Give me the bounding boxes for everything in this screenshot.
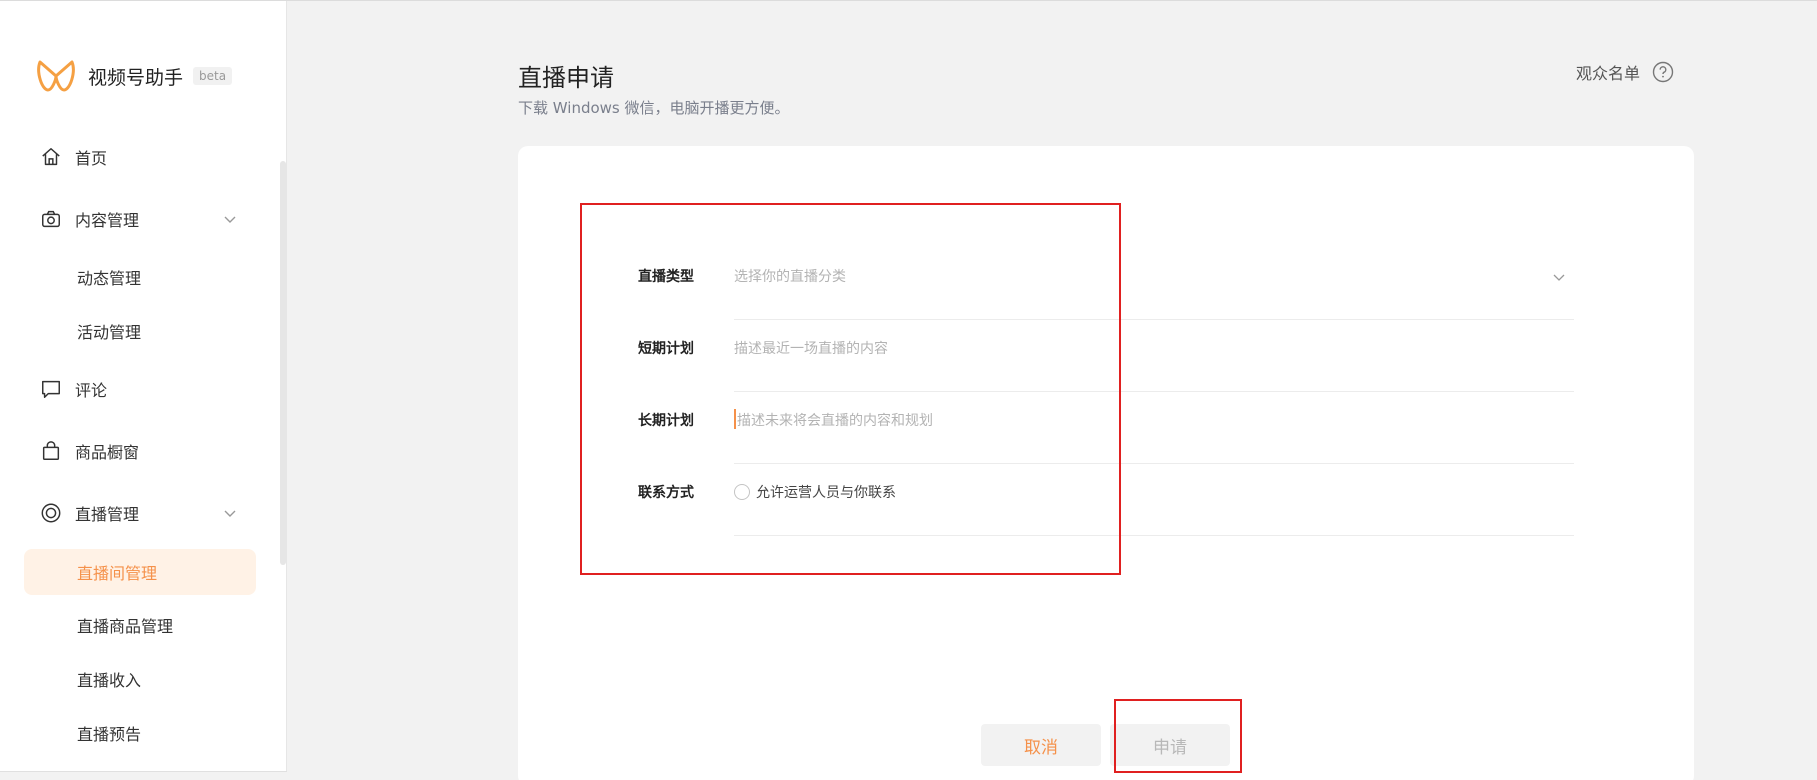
sidebar-item-label: 内容管理	[75, 211, 140, 230]
live-type-placeholder: 选择你的直播分类	[734, 269, 846, 285]
sidebar-item-label: 活动管理	[77, 323, 142, 342]
chevron-down-icon	[224, 216, 236, 223]
sidebar-item-label: 直播管理	[75, 505, 140, 524]
sidebar-item-posts[interactable]: 动态管理	[24, 255, 256, 299]
form-row-long: 长期计划 描述未来将会直播的内容和规划	[638, 392, 1574, 464]
sidebar-item-label: 首页	[75, 149, 108, 168]
sidebar-item-label: 评论	[75, 381, 108, 400]
chevron-down-icon	[224, 510, 236, 517]
long-plan-input[interactable]: 描述未来将会直播的内容和规划	[734, 392, 1574, 464]
long-plan-placeholder: 描述未来将会直播的内容和规划	[737, 413, 933, 429]
beta-badge: beta	[193, 67, 233, 85]
camera-icon	[39, 207, 63, 231]
live-type-label: 直播类型	[638, 269, 694, 285]
sidebar-item-label: 直播间管理	[77, 564, 158, 583]
live-icon	[39, 501, 63, 525]
chevron-down-icon	[1553, 274, 1565, 281]
sidebar-item-label: 直播收入	[77, 671, 142, 690]
page-subtitle: 下载 Windows 微信，电脑开播更方便。	[518, 99, 790, 117]
long-plan-label: 长期计划	[638, 413, 694, 429]
form-row-type: 直播类型 选择你的直播分类	[638, 248, 1574, 320]
audience-list-link[interactable]: 观众名单	[1576, 60, 1674, 84]
sidebar-item-label: 直播预告	[77, 725, 142, 744]
sidebar-item-live-room[interactable]: 直播间管理	[24, 549, 256, 595]
sidebar-item-activities[interactable]: 活动管理	[24, 309, 256, 353]
contact-permission-option[interactable]: 允许运营人员与你联系	[734, 482, 896, 502]
sidebar-bottom-divider	[0, 771, 287, 772]
sidebar-item-live-income[interactable]: 直播收入	[24, 657, 256, 701]
bag-icon	[39, 439, 63, 463]
short-plan-input[interactable]: 描述最近一场直播的内容	[734, 320, 1574, 392]
sidebar: 视频号助手 beta 首页 内容管理 动态管理 活动管理 评论 商品橱窗 直播管…	[0, 1, 287, 772]
short-plan-label: 短期计划	[638, 341, 694, 357]
sidebar-item-shop[interactable]: 商品橱窗	[24, 429, 256, 473]
sidebar-item-label: 动态管理	[77, 269, 142, 288]
sidebar-item-live-preview[interactable]: 直播预告	[24, 711, 256, 755]
brand-name: 视频号助手	[88, 66, 184, 89]
form-row-contact: 联系方式 允许运营人员与你联系	[638, 464, 1574, 536]
sidebar-item-comments[interactable]: 评论	[24, 367, 256, 411]
apply-button[interactable]: 申请	[1110, 724, 1230, 766]
home-icon	[39, 145, 63, 169]
sidebar-item-home[interactable]: 首页	[24, 135, 256, 179]
sidebar-item-content[interactable]: 内容管理	[24, 197, 256, 241]
logo-icon	[37, 60, 75, 92]
app-window: 视频号助手 beta 首页 内容管理 动态管理 活动管理 评论 商品橱窗 直播管…	[0, 0, 1817, 780]
page-title: 直播申请	[518, 64, 614, 92]
short-plan-placeholder: 描述最近一场直播的内容	[734, 341, 888, 357]
text-caret	[734, 409, 736, 429]
form-row-short: 短期计划 描述最近一场直播的内容	[638, 320, 1574, 392]
sidebar-scrollbar[interactable]	[280, 161, 286, 565]
cancel-button[interactable]: 取消	[981, 724, 1101, 766]
contact-label: 联系方式	[638, 485, 694, 501]
contact-field: 允许运营人员与你联系	[734, 464, 1574, 536]
sidebar-item-label: 直播商品管理	[77, 617, 174, 636]
live-type-select[interactable]: 选择你的直播分类	[734, 248, 1574, 320]
help-icon[interactable]	[1652, 61, 1674, 83]
audience-list-label: 观众名单	[1576, 64, 1641, 83]
contact-permission-label: 允许运营人员与你联系	[756, 485, 896, 501]
contact-permission-radio[interactable]	[734, 484, 750, 500]
sidebar-item-label: 商品橱窗	[75, 443, 140, 462]
comment-icon	[39, 377, 63, 401]
sidebar-item-live-products[interactable]: 直播商品管理	[24, 603, 256, 647]
brand[interactable]: 视频号助手 beta	[36, 56, 233, 96]
sidebar-item-live[interactable]: 直播管理	[24, 491, 256, 535]
